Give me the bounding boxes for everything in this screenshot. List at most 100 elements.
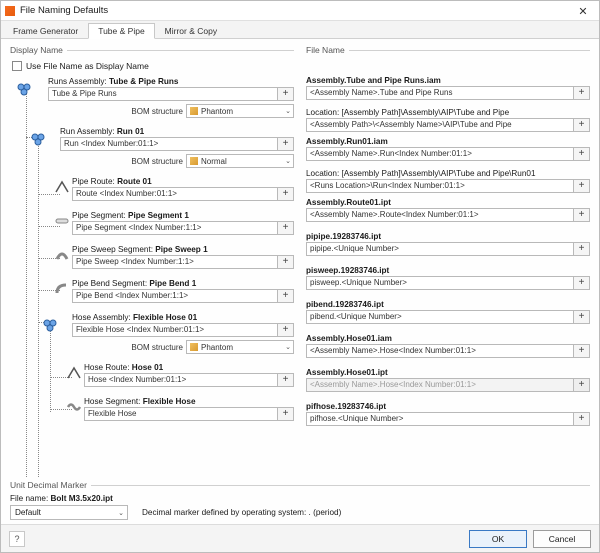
fn-runs-assembly-field[interactable]: <Assembly Name>.Tube and Pipe Runs [306,86,574,100]
run-assembly-add-button[interactable]: + [278,137,294,151]
use-filename-checkbox[interactable] [12,61,22,71]
bend-icon [54,281,70,297]
pipe-sweep-add-button[interactable]: + [278,255,294,269]
hose-assembly-row: Hose Assembly: Flexible Hose 01 Flexible… [10,313,294,361]
fn-runs-location-field[interactable]: <Assembly Path>\<Assembly Name>\AIP\Tube… [306,118,574,132]
fn-hose-segment-add-button[interactable]: + [574,412,590,426]
fn-pipe-route-field[interactable]: <Assembly Name>.Route<Index Number:01:1> [306,208,574,222]
chevron-down-icon: ⌄ [285,107,291,115]
runs-assembly-row: Runs Assembly: Tube & Pipe Runs Tube & P… [10,77,294,125]
hose-icon [66,399,82,415]
pipe-sweep-row: Pipe Sweep Segment: Pipe Sweep 1 Pipe Sw… [10,245,294,277]
fn-pipe-segment-field[interactable]: pipipe.<Unique Number> [306,242,574,256]
hose-route-row: Hose Route: Hose 01 Hose <Index Number:0… [10,363,294,395]
cube-icon [190,343,198,351]
fn-runs-assembly-add-button[interactable]: + [574,86,590,100]
fn-pipe-sweep-row: pisweep.19283746.ipt pisweep.<Unique Num… [306,266,590,298]
fn-pipe-segment-row: pipipe.19283746.ipt pipipe.<Unique Numbe… [306,232,590,264]
fn-hose-route-add-button[interactable]: + [574,378,590,392]
run-assembly-bom-select[interactable]: Normal ⌄ [186,154,294,168]
file-naming-defaults-window: File Naming Defaults ✕ Frame Generator T… [0,0,600,553]
hose-assembly-add-button[interactable]: + [278,323,294,337]
file-name-heading: File Name [306,45,590,55]
pipe-bend-field[interactable]: Pipe Bend <Index Number:1:1> [72,289,278,303]
display-name-heading: Display Name [10,45,294,55]
help-button[interactable]: ? [9,531,25,547]
fn-hose-assembly-field[interactable]: <Assembly Name>.Hose<Index Number:01:1> [306,344,574,358]
fn-run-assembly-field[interactable]: <Assembly Name>.Run<Index Number:01:1> [306,147,574,161]
hose-segment-field[interactable]: Flexible Hose [84,407,278,421]
fn-run-assembly-add-button[interactable]: + [574,147,590,161]
fn-pipe-route-add-button[interactable]: + [574,208,590,222]
chevron-down-icon: ⌄ [285,157,291,165]
runs-assembly-boldname: Tube & Pipe Runs [109,77,178,86]
segment-icon [54,213,70,229]
pipe-sweep-field[interactable]: Pipe Sweep <Index Number:1:1> [72,255,278,269]
route-icon [54,179,70,195]
titlebar: File Naming Defaults ✕ [1,1,599,21]
cube-icon [190,157,198,165]
fn-run-assembly-row: Assembly.Run01.iam <Assembly Name>.Run<I… [306,137,590,167]
hose-assembly-field[interactable]: Flexible Hose <Index Number:01:1> [72,323,278,337]
runs-assembly-bom-select[interactable]: Phantom ⌄ [186,104,294,118]
runs-assembly-field[interactable]: Tube & Pipe Runs [48,87,278,101]
tab-tube-and-pipe[interactable]: Tube & Pipe [88,23,154,39]
pipe-bend-add-button[interactable]: + [278,289,294,303]
use-filename-row[interactable]: Use File Name as Display Name [12,61,294,71]
unit-file-label: File name: [10,494,48,503]
unit-decimal-marker-section: Unit Decimal Marker File name: Bolt M3.5… [1,478,599,524]
fn-hose-segment-row: pifhose.19283746.ipt pifhose.<Unique Num… [306,402,590,434]
cancel-button[interactable]: Cancel [533,530,591,548]
fn-hose-assembly-row: Assembly.Hose01.iam <Assembly Name>.Hose… [306,334,590,366]
pipe-route-add-button[interactable]: + [278,187,294,201]
runs-assembly-label: Runs Assembly: [48,77,107,86]
fn-run-location-field[interactable]: <Runs Location>\Run<Index Number:01:1> [306,179,574,193]
use-filename-label: Use File Name as Display Name [26,61,149,71]
route-icon [66,365,82,381]
assembly-icon [42,317,58,333]
fn-runs-location-add-button[interactable]: + [574,118,590,132]
chevron-down-icon: ⌄ [118,509,124,517]
fn-pipe-sweep-field[interactable]: pisweep.<Unique Number> [306,276,574,290]
pipe-route-row: Pipe Route: Route 01 Route <Index Number… [10,177,294,209]
fn-run-location-row: Location: [Assembly Path]\Assembly\AIP\T… [306,169,590,196]
run-assembly-row: Run Assembly: Run 01 Run <Index Number:0… [10,127,294,175]
pipe-segment-field[interactable]: Pipe Segment <Index Number:1:1> [72,221,278,235]
fn-pipe-route-row: Assembly.Route01.ipt <Assembly Name>.Rou… [306,198,590,230]
fn-pipe-bend-add-button[interactable]: + [574,310,590,324]
fn-pipe-bend-field[interactable]: pibend.<Unique Number> [306,310,574,324]
hose-route-add-button[interactable]: + [278,373,294,387]
fn-hose-segment-field[interactable]: pifhose.<Unique Number> [306,412,574,426]
close-button[interactable]: ✕ [571,3,595,19]
decimal-marker-select[interactable]: Default ⌄ [10,505,128,520]
runs-assembly-add-button[interactable]: + [278,87,294,101]
assembly-icon [30,131,46,147]
window-title: File Naming Defaults [20,5,108,16]
pipe-route-field[interactable]: Route <Index Number:01:1> [72,187,278,201]
run-assembly-field[interactable]: Run <Index Number:01:1> [60,137,278,151]
tab-frame-generator[interactable]: Frame Generator [3,23,88,38]
fn-pipe-segment-add-button[interactable]: + [574,242,590,256]
fn-run-location-add-button[interactable]: + [574,179,590,193]
hose-route-field[interactable]: Hose <Index Number:01:1> [84,373,278,387]
fn-hose-route-row: Assembly.Hose01.ipt <Assembly Name>.Hose… [306,368,590,400]
hose-segment-add-button[interactable]: + [278,407,294,421]
fn-hose-route-field: <Assembly Name>.Hose<Index Number:01:1> [306,378,574,392]
display-name-column: Display Name Use File Name as Display Na… [10,45,294,476]
app-icon [5,6,15,16]
fn-hose-assembly-add-button[interactable]: + [574,344,590,358]
tab-strip: Frame Generator Tube & Pipe Mirror & Cop… [1,21,599,39]
fn-runs-assembly-row: Assembly.Tube and Pipe Runs.iam <Assembl… [306,76,590,106]
ok-button[interactable]: OK [469,530,527,548]
bom-label: BOM structure [131,107,183,116]
footer: ? OK Cancel [1,524,599,552]
tab-mirror-and-copy[interactable]: Mirror & Copy [155,23,227,38]
fn-pipe-sweep-add-button[interactable]: + [574,276,590,290]
hose-assembly-bom-select[interactable]: Phantom ⌄ [186,340,294,354]
cube-icon [190,107,198,115]
hose-segment-row: Hose Segment: Flexible Hose Flexible Hos… [10,397,294,429]
fn-runs-location-row: Location: [Assembly Path]\Assembly\AIP\T… [306,108,590,135]
display-name-label: Display Name [10,45,63,55]
file-name-column: File Name Assembly.Tube and Pipe Runs.ia… [306,45,590,476]
pipe-segment-add-button[interactable]: + [278,221,294,235]
